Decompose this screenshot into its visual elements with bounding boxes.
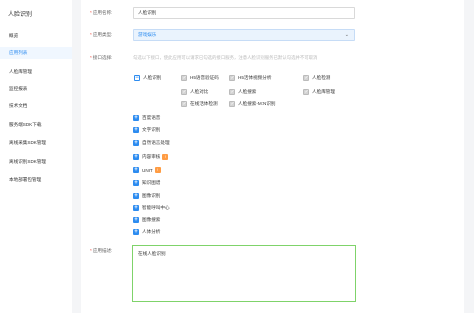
- app-description-textarea[interactable]: 在线人脸识别: [132, 245, 356, 302]
- type-label: *应用类型:: [90, 32, 113, 37]
- face-api-option-5[interactable]: ✓ 人脸库管理: [303, 89, 335, 95]
- sidebar-item-6[interactable]: 离线采集SDK管理: [0, 137, 72, 149]
- api-category-4[interactable]: + UNIT!: [133, 167, 161, 173]
- api-category-label: UNIT: [142, 167, 153, 173]
- api-category-1[interactable]: + 文字识别: [133, 127, 160, 133]
- face-api-option-label: 人脸搜索: [238, 89, 257, 94]
- face-api-option-0[interactable]: ✓ H5语音验证码: [181, 75, 219, 81]
- sidebar-item-5[interactable]: 服务端SDK下载: [0, 119, 72, 131]
- sidebar-item-1[interactable]: 应用列表: [0, 47, 72, 59]
- chevron-down-icon: ⌄: [344, 32, 349, 38]
- api-category-label: 智能呼叫中心: [142, 205, 170, 210]
- app-type-value: 游戏娱乐: [138, 32, 157, 37]
- face-api-option-7[interactable]: ✓ 人脸搜索-M:N识别: [229, 101, 276, 107]
- face-group-label: 人脸识别: [143, 75, 162, 80]
- face-api-option-2[interactable]: ✓ 人脸检测: [303, 75, 330, 81]
- checkbox-icon[interactable]: ✓: [181, 101, 187, 107]
- sidebar-item-7[interactable]: 离线识别SDK管理: [0, 156, 72, 168]
- checkbox-icon[interactable]: ✓: [303, 75, 309, 81]
- expand-icon[interactable]: +: [133, 154, 139, 160]
- desc-label: *应用描述:: [90, 248, 113, 253]
- face-api-option-1[interactable]: ✓ H5活体视频分析: [229, 75, 271, 81]
- face-api-option-label: H5活体视频分析: [238, 75, 272, 80]
- sidebar-item-8[interactable]: 本地部署包管理: [0, 174, 72, 186]
- face-api-option-label: H5语音验证码: [190, 75, 219, 80]
- api-category-label: 图像识别: [142, 193, 161, 198]
- expand-icon[interactable]: +: [133, 205, 139, 211]
- checkbox-icon[interactable]: ✓: [229, 101, 235, 107]
- expand-icon[interactable]: +: [133, 140, 139, 146]
- api-category-label: 知识图谱: [142, 180, 161, 185]
- sidebar: 人脸识别 概览应用列表人脸库管理监控报表技术文档服务端SDK下载 离线采集SDK管…: [0, 0, 72, 313]
- expand-icon[interactable]: +: [133, 180, 139, 186]
- expand-icon[interactable]: +: [133, 127, 139, 133]
- checkbox-icon[interactable]: ✓: [229, 89, 235, 95]
- face-api-option-3[interactable]: ✓ 人脸对比: [181, 89, 208, 95]
- name-label: *应用名称:: [90, 10, 113, 15]
- api-category-label: 内容审核: [142, 154, 161, 159]
- face-api-option-4[interactable]: ✓ 人脸搜索: [229, 89, 256, 95]
- api-category-9[interactable]: + 人体分析: [133, 229, 160, 235]
- expand-icon[interactable]: +: [133, 229, 139, 235]
- api-category-5[interactable]: + 知识图谱: [133, 180, 160, 186]
- sidebar-item-3[interactable]: 监控报表: [0, 83, 72, 95]
- api-category-label: 百度语音: [142, 115, 161, 120]
- expand-icon[interactable]: +: [133, 167, 139, 173]
- expand-icon[interactable]: +: [133, 217, 139, 223]
- face-api-option-6[interactable]: ✓ 在线活体检测: [181, 101, 218, 107]
- warning-badge-icon: !: [162, 154, 169, 160]
- api-category-label: 人体分析: [142, 229, 161, 234]
- face-api-option-label: 人脸对比: [190, 89, 209, 94]
- app-name-input[interactable]: 人脸识别: [133, 7, 355, 19]
- api-category-2[interactable]: + 自然语言处理: [133, 140, 170, 146]
- checkbox-icon[interactable]: ✓: [303, 89, 309, 95]
- sidebar-item-4[interactable]: 技术文档: [0, 100, 72, 112]
- api-category-label: 图像搜索: [142, 217, 161, 222]
- api-category-3[interactable]: + 内容审核!: [133, 154, 169, 160]
- checkbox-icon[interactable]: ✓: [181, 89, 187, 95]
- expand-icon[interactable]: +: [133, 193, 139, 199]
- expand-icon[interactable]: +: [133, 115, 139, 121]
- checkbox-icon[interactable]: ✓: [229, 75, 235, 81]
- api-category-7[interactable]: + 智能呼叫中心: [133, 205, 170, 211]
- face-api-option-label: 在线活体检测: [190, 101, 218, 106]
- checkbox-icon[interactable]: ✓: [181, 75, 187, 81]
- face-api-option-label: 人脸搜索-M:N识别: [238, 101, 276, 106]
- scrollbar[interactable]: [464, 0, 474, 313]
- face-group-toggle[interactable]: − 人脸识别: [134, 75, 161, 81]
- sidebar-divider: [72, 0, 81, 313]
- app-form: *应用名称: 人脸识别 *应用类型: 游戏娱乐 ⌄ *接口选择: 勾选以下接口，…: [81, 0, 464, 313]
- api-label: *接口选择:: [90, 55, 113, 60]
- face-api-option-label: 人脸库管理: [312, 89, 335, 94]
- api-category-8[interactable]: + 图像搜索: [133, 217, 160, 223]
- api-category-6[interactable]: + 图像识别: [133, 193, 160, 199]
- face-api-option-label: 人脸检测: [312, 75, 331, 80]
- api-category-label: 文字识别: [142, 127, 161, 132]
- api-category-label: 自然语言处理: [142, 140, 170, 145]
- warning-badge-icon: !: [154, 167, 161, 173]
- api-hint: 勾选以下接口，使此应用可以请求已勾选的接口服务，注意人脸识别服务已默认勾选并不可…: [133, 55, 318, 60]
- app-type-select[interactable]: 游戏娱乐 ⌄: [133, 29, 355, 41]
- sidebar-title: 人脸识别: [8, 12, 33, 18]
- sidebar-item-2[interactable]: 人脸库管理: [0, 66, 72, 78]
- sidebar-item-0[interactable]: 概览: [0, 30, 72, 42]
- api-category-0[interactable]: + 百度语音: [133, 115, 160, 121]
- collapse-icon[interactable]: −: [134, 75, 140, 81]
